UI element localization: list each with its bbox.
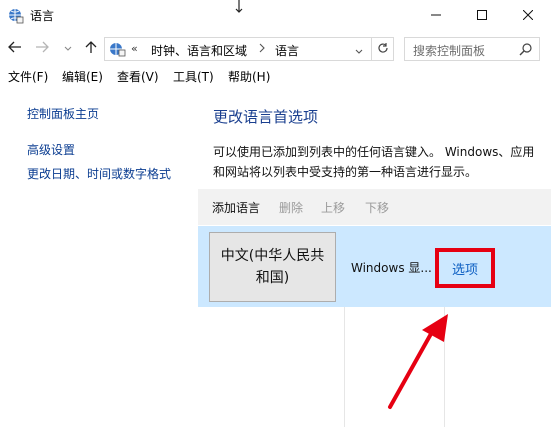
arrow-right-icon <box>35 41 49 56</box>
address-bar[interactable]: « 时钟、语言和区域 语言 <box>104 37 372 61</box>
search-box[interactable]: 搜索控制面板 <box>404 37 540 61</box>
search-placeholder: 搜索控制面板 <box>413 44 486 58</box>
menu-tools[interactable]: 工具(T) <box>173 69 214 85</box>
title-bar: 语言 <box>0 0 551 32</box>
link-change-date-time-format[interactable]: 更改日期、时间或数字格式 <box>27 165 171 182</box>
breadcrumb-separator-icon <box>259 43 265 56</box>
page-title: 更改语言首选项 <box>213 108 319 126</box>
control-panel-globe-icon <box>108 41 126 57</box>
refresh-icon <box>377 42 389 57</box>
menu-view[interactable]: 查看(V) <box>117 69 159 85</box>
page-description: 可以使用已添加到列表中的任何语言键入。 Windows、应用和网站将以列表中受支… <box>213 145 535 179</box>
maximize-icon <box>477 9 487 23</box>
language-status: Windows 显... <box>351 261 432 275</box>
search-icon[interactable] <box>519 42 533 56</box>
maximize-button[interactable] <box>459 0 505 32</box>
language-list-item[interactable]: 中文(中华人民共和国) Windows 显... 选项 <box>198 226 551 307</box>
language-tile[interactable]: 中文(中华人民共和国) <box>209 232 336 302</box>
arrow-left-icon <box>8 41 22 56</box>
arrow-up-icon <box>85 40 97 57</box>
language-toolbar: 添加语言 删除 上移 下移 <box>198 189 551 225</box>
move-down-button[interactable]: 下移 <box>365 199 389 216</box>
breadcrumb-clock-language-region[interactable]: 时钟、语言和区域 <box>151 42 247 59</box>
navigation-bar: « 时钟、语言和区域 语言 搜索控制面板 <box>0 32 551 64</box>
minimize-icon <box>431 9 441 23</box>
link-advanced-settings[interactable]: 高级设置 <box>27 141 75 158</box>
back-button[interactable] <box>6 39 24 57</box>
remove-button[interactable]: 删除 <box>279 199 303 216</box>
breadcrumb-language[interactable]: 语言 <box>275 42 299 59</box>
options-link[interactable]: 选项 <box>452 259 478 278</box>
language-globe-icon <box>8 8 24 24</box>
up-button[interactable] <box>82 39 100 57</box>
address-dropdown-icon[interactable] <box>355 44 363 58</box>
menu-bar: 文件(F) 编辑(E) 查看(V) 工具(T) 帮助(H) <box>0 66 551 88</box>
close-icon <box>522 9 534 23</box>
menu-file[interactable]: 文件(F) <box>8 69 48 85</box>
close-button[interactable] <box>505 0 551 32</box>
options-highlight-box: 选项 <box>435 248 495 288</box>
breadcrumb-overflow[interactable]: « <box>131 42 138 55</box>
minimize-button[interactable] <box>413 0 459 32</box>
refresh-button[interactable] <box>372 37 394 61</box>
window-title: 语言 <box>30 9 55 23</box>
forward-button[interactable] <box>33 39 51 57</box>
menu-help[interactable]: 帮助(H) <box>228 69 270 85</box>
recent-locations-button[interactable] <box>62 39 74 57</box>
chevron-down-icon <box>64 41 72 55</box>
move-cursor-icon <box>233 0 245 14</box>
annotation-arrow-icon <box>380 312 460 412</box>
menu-edit[interactable]: 编辑(E) <box>62 69 103 85</box>
add-language-button[interactable]: 添加语言 <box>212 199 260 216</box>
link-control-panel-home[interactable]: 控制面板主页 <box>27 105 99 122</box>
move-up-button[interactable]: 上移 <box>321 199 345 216</box>
